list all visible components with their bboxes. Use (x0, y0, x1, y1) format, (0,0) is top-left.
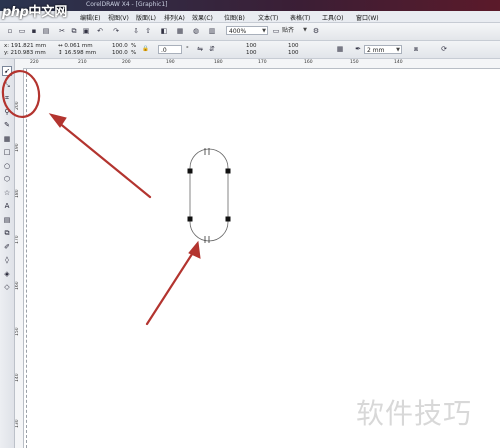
rounded-rectangle-shape[interactable] (189, 148, 229, 242)
logo-brand: php (2, 5, 29, 20)
annotation-arrow-shape (145, 240, 201, 326)
centerline-marks (204, 148, 210, 243)
watermark-text: 软件技巧 (356, 397, 473, 430)
canvas-overlay (1, 69, 231, 326)
annotation-arrow-toolbox (48, 113, 152, 199)
annotation-circle (1, 69, 41, 119)
selection-handle[interactable] (225, 216, 231, 222)
logo-site: 中文网 (28, 5, 68, 20)
selection-handle[interactable] (225, 168, 231, 174)
selection-handle[interactable] (187, 216, 193, 222)
selection-handle[interactable] (187, 168, 193, 174)
site-logo: php中文网 (2, 1, 67, 21)
